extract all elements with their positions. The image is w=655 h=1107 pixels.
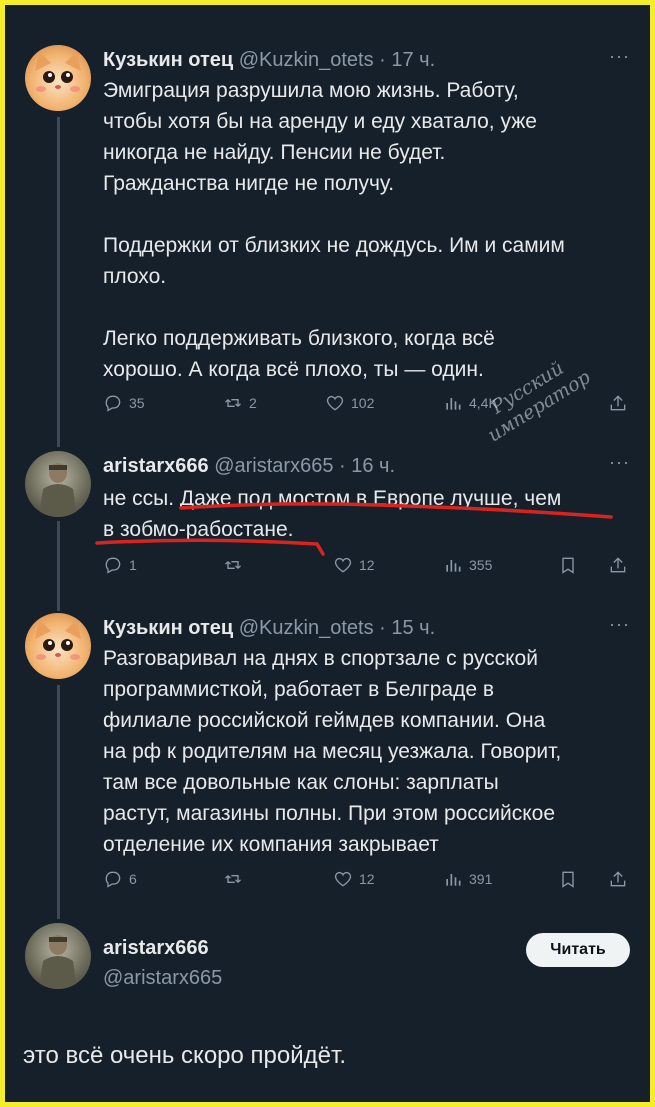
reply-button[interactable]: 35 <box>103 393 145 413</box>
avatar[interactable] <box>25 613 91 679</box>
views-icon <box>446 874 461 886</box>
action-bar: 6 12 391 <box>103 869 630 893</box>
timestamp[interactable]: · 17 ч. <box>379 49 435 71</box>
timestamp[interactable]: · 15 ч. <box>379 617 435 639</box>
like-count: 12 <box>359 871 375 887</box>
reply-button[interactable]: 1 <box>103 555 137 575</box>
share-button[interactable] <box>608 393 628 413</box>
more-icon[interactable]: ··· <box>609 43 630 69</box>
avatar[interactable] <box>25 923 91 989</box>
reply-count: 6 <box>129 871 137 887</box>
views-button[interactable]: 355 <box>443 555 492 575</box>
thread-line <box>57 117 60 447</box>
tweet-text: Разговаривал на днях в спортзале с русск… <box>103 647 562 856</box>
bookmark-icon <box>562 557 574 574</box>
bookmark-button[interactable] <box>558 869 578 889</box>
views-button[interactable]: 391 <box>443 869 492 889</box>
screenshot-frame: Кузькин отец @Kuzkin_otets · 17 ч. ··· Э… <box>0 0 655 1107</box>
author-name[interactable]: aristarx666 <box>103 455 209 477</box>
share-button[interactable] <box>608 555 628 575</box>
like-icon <box>334 871 352 887</box>
like-button[interactable]: 12 <box>333 555 375 575</box>
reply-icon <box>105 395 121 412</box>
views-icon <box>446 560 461 572</box>
retweet-icon <box>225 399 241 407</box>
more-icon[interactable]: ··· <box>609 611 630 637</box>
tweet-header: aristarx666 @aristarx665 · 16 ч. ··· <box>103 452 630 479</box>
action-bar: 1 12 355 <box>103 555 630 579</box>
more-icon[interactable]: ··· <box>609 449 630 475</box>
like-button[interactable]: 102 <box>325 393 374 413</box>
like-icon <box>326 395 344 411</box>
share-icon <box>610 871 626 887</box>
reply-icon <box>105 871 121 888</box>
retweet-icon <box>225 561 241 569</box>
share-icon <box>610 395 626 411</box>
timestamp[interactable]: · 16 ч. <box>339 455 395 477</box>
author-handle[interactable]: @Kuzkin_otets <box>239 49 374 71</box>
avatar[interactable] <box>25 45 91 111</box>
follow-button[interactable]: Читать <box>526 933 630 967</box>
views-count: 355 <box>469 557 493 573</box>
main-post-handle-row: @aristarx665 <box>103 965 630 991</box>
retweet-count: 2 <box>249 395 257 411</box>
like-icon <box>334 557 352 573</box>
author-name[interactable]: Кузькин отец <box>103 49 233 71</box>
like-button[interactable]: 12 <box>333 869 375 889</box>
tweet-header: Кузькин отец @Kuzkin_otets · 15 ч. ··· <box>103 614 630 641</box>
thread-line <box>57 685 60 919</box>
author-name[interactable]: aristarx666 <box>103 937 209 959</box>
thread-line <box>57 521 60 611</box>
bookmark-button[interactable] <box>558 555 578 575</box>
like-count: 12 <box>359 557 375 573</box>
reply-icon <box>105 557 121 574</box>
share-icon <box>610 557 626 573</box>
reply-button[interactable]: 6 <box>103 869 137 889</box>
bookmark-icon <box>562 871 574 888</box>
like-count: 102 <box>351 395 375 411</box>
share-button[interactable] <box>608 869 628 889</box>
reply-count: 35 <box>129 395 145 411</box>
author-name[interactable]: Кузькин отец <box>103 617 233 639</box>
avatar[interactable] <box>25 451 91 517</box>
tweet-text: Эмиграция разрушила мою жизнь. Работу, ч… <box>103 79 565 381</box>
retweet-button[interactable] <box>223 555 243 575</box>
retweet-icon <box>225 875 241 883</box>
retweet-button[interactable]: 2 <box>223 393 257 413</box>
tweet-text: не ссы. Даже под мостом в Европе лучше, … <box>103 487 562 541</box>
reply-count: 1 <box>129 557 137 573</box>
main-post-text: это всё очень скоро пройдёт. <box>23 1042 346 1069</box>
author-handle[interactable]: @Kuzkin_otets <box>239 617 374 639</box>
retweet-button[interactable] <box>223 869 243 889</box>
author-handle[interactable]: @aristarx665 <box>214 455 333 477</box>
author-handle[interactable]: @aristarx665 <box>103 967 222 989</box>
views-count: 391 <box>469 871 493 887</box>
views-icon <box>446 398 461 410</box>
tweet-header: Кузькин отец @Kuzkin_otets · 17 ч. ··· <box>103 46 630 73</box>
